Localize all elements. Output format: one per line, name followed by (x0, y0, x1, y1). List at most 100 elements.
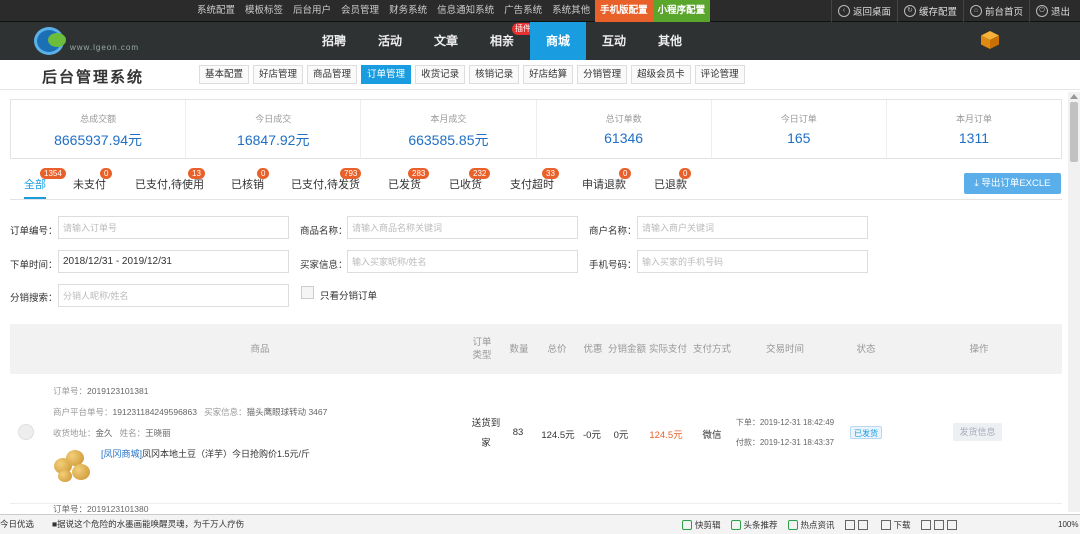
nav-dating[interactable]: 相亲 插件 (474, 22, 534, 60)
tab-shop-management[interactable]: 好店管理 (253, 65, 304, 84)
nav-interaction[interactable]: 互动 (586, 22, 642, 60)
vertical-scrollbar[interactable] (1068, 92, 1080, 512)
cache-config-button[interactable]: ↻ 缓存配置 (896, 0, 963, 22)
top-menu-finance[interactable]: 财务系统 (384, 0, 432, 22)
buyer-info-label: 买家信息： (300, 260, 348, 271)
stat-month-orders: 本月订单 1311 (887, 100, 1061, 158)
col-product: 商品 (250, 343, 270, 355)
tab-receipt-records[interactable]: 收货记录 (415, 65, 466, 84)
tab-distribution-management[interactable]: 分销管理 (577, 65, 628, 84)
frontend-home-button[interactable]: ⌂ 前台首页 (962, 0, 1029, 22)
top-menu-miniprogram-config[interactable]: 小程序配置 (652, 0, 711, 22)
site-logo[interactable]: www.lgeon.com (34, 25, 174, 57)
merchant-name-label: 商户名称： (589, 226, 637, 237)
status-tab-shipped[interactable]: 已发货 283 (388, 168, 430, 199)
taskbar-tools[interactable] (844, 519, 871, 530)
taskbar-headline-label: 头条推荐 (743, 519, 778, 530)
status-tab-label: 已核销 (231, 179, 264, 191)
distributor-search-input[interactable] (58, 284, 289, 307)
status-tab-verified[interactable]: 已核销 0 (231, 168, 270, 199)
nav-mall[interactable]: 商城 (530, 22, 586, 60)
status-tab-refunded[interactable]: 已退款 0 (654, 168, 692, 199)
nav-other[interactable]: 其他 (642, 22, 698, 60)
cube-icon[interactable] (980, 30, 1000, 50)
shop-link[interactable]: [凤冈商城] (101, 449, 142, 459)
stat-total-turnover: 总成交额 8665937.94元 (11, 100, 187, 158)
taskbar-extra[interactable] (920, 519, 960, 530)
count-badge: 33 (542, 168, 559, 179)
merchant-name-input[interactable] (637, 216, 868, 239)
only-distribution-checkbox[interactable] (301, 286, 314, 299)
taskbar-quick-edit[interactable]: 快剪辑 (682, 519, 721, 531)
row-select-radio[interactable] (18, 424, 34, 440)
taskbar-daily-picks[interactable]: 今日优选 (0, 515, 34, 534)
order-no-value: 2019123101381 (87, 386, 149, 396)
buyer-info-input[interactable] (347, 250, 578, 273)
top-menu-notification[interactable]: 信息通知系统 (432, 0, 499, 22)
status-tab-received[interactable]: 已收货 232 (449, 168, 491, 199)
actual-paid-value: 124.5元 (649, 430, 683, 441)
status-tab-paid-unshipped[interactable]: 已支付,待发货 793 (291, 168, 362, 199)
top-menu-admin-users[interactable]: 后台用户 (288, 0, 336, 22)
order-no-input[interactable] (58, 216, 289, 239)
shipping-info-button[interactable]: 发货信息 (953, 423, 1002, 441)
export-excel-button[interactable]: ⤓ 导出订单EXCLE (964, 173, 1061, 194)
tab-verification-records[interactable]: 核销记录 (469, 65, 520, 84)
top-menu-ads[interactable]: 广告系统 (499, 0, 547, 22)
top-menu-template-tags[interactable]: 模板标签 (240, 0, 288, 22)
product-name[interactable]: [凤冈商城]凤冈本地土豆（洋芋）今日抢购价1.5元/斤 (101, 447, 310, 460)
status-tab-all[interactable]: 全部 1354 (24, 168, 66, 199)
phone-input[interactable] (637, 250, 868, 273)
stat-value: 61346 (604, 130, 644, 146)
stat-label: 总成交额 (80, 114, 117, 124)
taskbar-zoom-level[interactable]: 100% (1058, 515, 1078, 534)
scrollbar-thumb[interactable] (1070, 102, 1078, 162)
product-thumbnail[interactable] (52, 444, 94, 484)
product-name-input[interactable] (347, 216, 578, 239)
tab-review-management[interactable]: 评论管理 (694, 65, 745, 84)
top-menu-mobile-config[interactable]: 手机版配置 (595, 0, 653, 22)
top-menu-system-config[interactable]: 系统配置 (192, 0, 240, 22)
order-no: 订单号：2019123101381 (53, 385, 148, 397)
status-tab-unpaid[interactable]: 未支付 0 (73, 168, 113, 199)
taskbar-download[interactable]: 下载 (880, 519, 911, 531)
back-to-desktop-button[interactable]: ‹ 返回桌面 (830, 0, 897, 22)
order-time-input[interactable] (58, 250, 289, 273)
top-utility-bar: 系统配置 模板标签 后台用户 会员管理 财务系统 信息通知系统 广告系统 系统其… (0, 0, 1080, 22)
count-badge: 283 (408, 168, 430, 179)
tab-product-management[interactable]: 商品管理 (307, 65, 358, 84)
col-actual-paid: 实际支付 (648, 343, 687, 355)
tab-order-management[interactable]: 订单管理 (361, 65, 412, 84)
stat-month-turnover: 本月成交 663585.85元 (361, 100, 537, 158)
status-tab-payment-timeout[interactable]: 支付超时 33 (510, 168, 559, 199)
tab-shop-settlement[interactable]: 好店结算 (523, 65, 574, 84)
scroll-up-arrow-icon[interactable] (1070, 94, 1078, 99)
top-menu-system-other[interactable]: 系统其他 (547, 0, 595, 22)
logout-button[interactable]: ⏻ 退出 (1028, 0, 1076, 22)
nav-articles[interactable]: 文章 (418, 22, 474, 60)
product-name-label: 商品名称： (300, 226, 348, 237)
status-tab-label: 未支付 (73, 179, 106, 191)
taskbar-hot-news[interactable]: 热点资讯 (787, 519, 835, 531)
os-taskbar: 今日优选 ■据说这个危险的水墨画能唤醒灵魂，为千万人疗伤 快剪辑 头条推荐 热点… (0, 514, 1080, 534)
tab-super-member-card[interactable]: 超级会员卡 (631, 65, 691, 84)
phone-label: 手机号码： (589, 260, 637, 271)
nav-activities[interactable]: 活动 (362, 22, 418, 60)
distributor-search-label: 分销搜索： (10, 293, 58, 304)
taskbar-headline[interactable]: 头条推荐 (730, 519, 778, 531)
col-status: 状态 (856, 343, 876, 355)
stat-label: 今日订单 (780, 114, 817, 124)
speaker-icon (933, 519, 944, 530)
col-quantity: 数量 (509, 343, 529, 355)
nav-recruitment[interactable]: 招聘 (306, 22, 362, 60)
top-menu-member-management[interactable]: 会员管理 (336, 0, 384, 22)
tool-icon (844, 519, 855, 530)
download-icon (880, 519, 891, 530)
status-tab-paid-unused[interactable]: 已支付,待使用 13 (135, 168, 205, 199)
logo-text: www.lgeon.com (70, 43, 140, 52)
order-no-label: 订单编号： (10, 226, 58, 237)
taskbar-news-ticker[interactable]: ■据说这个危险的水墨画能唤醒灵魂，为千万人疗伤 (52, 515, 244, 534)
tab-basic-config[interactable]: 基本配置 (199, 65, 250, 84)
zoom-icon (946, 519, 957, 530)
status-tab-refund-requested[interactable]: 申请退款 0 (582, 168, 632, 199)
